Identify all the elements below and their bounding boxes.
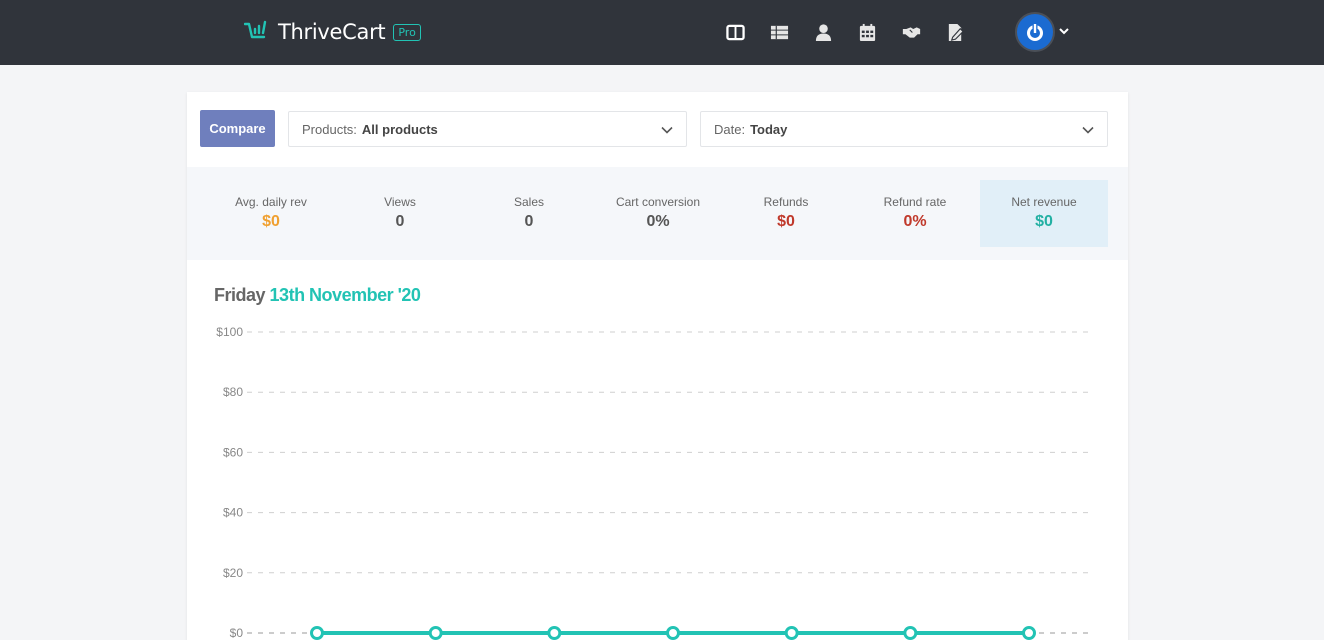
stat-value: 0 <box>524 213 534 230</box>
chevron-down-icon <box>661 126 673 134</box>
cart-logo-icon <box>244 20 267 39</box>
date-label: Date: <box>714 121 746 137</box>
y-tick-label: $100 <box>216 325 243 339</box>
y-tick-label: $80 <box>223 385 243 399</box>
data-point[interactable] <box>428 626 443 640</box>
stat-value: $0 <box>1035 213 1053 230</box>
stat-value: 0 <box>395 213 405 230</box>
chevron-down-icon <box>1082 126 1094 134</box>
user-icon[interactable] <box>810 20 836 44</box>
date-select[interactable]: Date: Today <box>700 111 1108 147</box>
dashboard-icon[interactable] <box>722 20 748 44</box>
chevron-down-icon[interactable] <box>1058 25 1070 37</box>
list-icon[interactable] <box>766 20 792 44</box>
y-tick-label: $60 <box>223 445 243 459</box>
dashboard-card: Compare Products: All products Date: Tod… <box>187 92 1128 640</box>
main-nav <box>722 20 986 44</box>
stat-title: Refund rate <box>883 195 947 209</box>
y-tick-label: $40 <box>223 506 243 520</box>
stat-value: 0% <box>646 213 670 230</box>
top-navigation-bar: ThriveCart Pro <box>0 0 1324 65</box>
chart-day: Friday <box>214 285 266 305</box>
data-point[interactable] <box>310 626 324 640</box>
chart-date: 13th November '20 <box>269 285 421 305</box>
products-label: Products: <box>302 121 357 137</box>
revenue-chart: $100 $80 $60 $40 $20 $0 <box>187 317 1128 640</box>
handshake-icon[interactable] <box>898 20 924 44</box>
stat-sales[interactable]: Sales 0 <box>465 180 593 247</box>
stat-avg-daily-rev[interactable]: Avg. daily rev $0 <box>207 180 335 247</box>
stat-title: Avg. daily rev <box>235 195 307 209</box>
stat-cart-conversion[interactable]: Cart conversion 0% <box>594 180 722 247</box>
stat-value: $0 <box>777 213 795 230</box>
stat-value: $0 <box>262 213 280 230</box>
stat-title: Sales <box>513 195 545 209</box>
calendar-icon[interactable] <box>854 20 880 44</box>
data-point[interactable] <box>1022 626 1036 640</box>
products-value: All products <box>361 121 438 137</box>
revenue-chart-svg: $100 $80 $60 $40 $20 $0 <box>216 325 1089 640</box>
y-tick-label: $0 <box>230 626 244 640</box>
data-point[interactable] <box>666 626 680 640</box>
stat-title: Refunds <box>763 195 809 209</box>
stat-title: Views <box>384 195 416 209</box>
edit-document-icon[interactable] <box>942 20 968 44</box>
data-point[interactable] <box>547 626 562 640</box>
power-icon <box>1027 23 1043 41</box>
stat-refund-rate[interactable]: Refund rate 0% <box>851 180 979 247</box>
thrivecart-logo[interactable]: ThriveCart Pro <box>244 16 421 48</box>
data-point[interactable] <box>903 626 918 640</box>
chart-date-heading: Friday 13th November '20 <box>214 285 421 306</box>
stat-value: 0% <box>903 213 927 230</box>
stat-title: Net revenue <box>1011 195 1077 209</box>
logo-text: ThriveCart <box>278 20 386 44</box>
stat-net-revenue[interactable]: Net revenue $0 <box>980 180 1108 247</box>
date-value: Today <box>750 121 788 137</box>
filter-bar: Compare Products: All products Date: Tod… <box>187 92 1128 167</box>
y-tick-label: $20 <box>223 566 243 580</box>
stat-views[interactable]: Views 0 <box>336 180 464 247</box>
stat-title: Cart conversion <box>615 195 701 209</box>
products-select[interactable]: Products: All products <box>288 111 687 147</box>
account-avatar[interactable] <box>1015 12 1055 52</box>
data-point[interactable] <box>784 626 799 640</box>
stat-refunds[interactable]: Refunds $0 <box>722 180 850 247</box>
pro-badge: Pro <box>393 23 421 41</box>
compare-button[interactable]: Compare <box>200 110 275 147</box>
stats-strip: Avg. daily rev $0 Views 0 Sales 0 Cart c… <box>187 167 1128 260</box>
